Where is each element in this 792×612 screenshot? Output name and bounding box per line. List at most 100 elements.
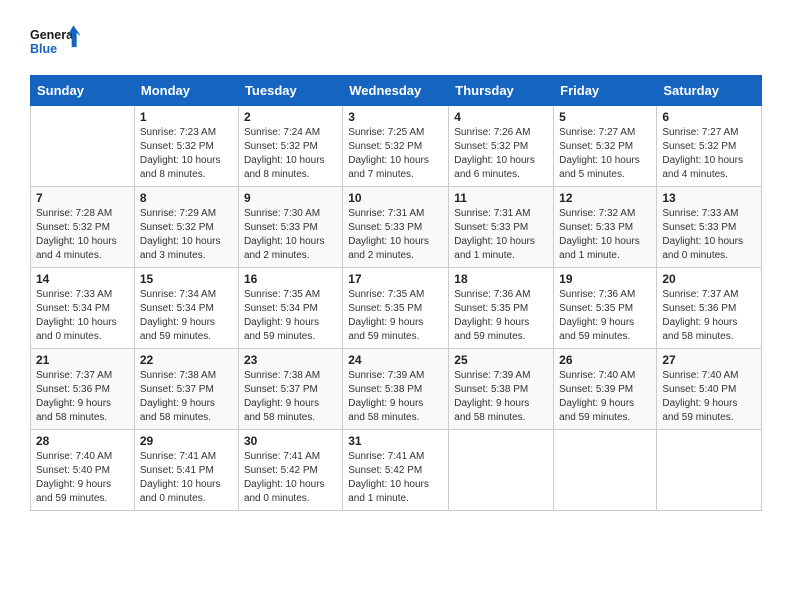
day-number: 10 — [348, 191, 443, 205]
header-saturday: Saturday — [657, 76, 762, 106]
day-number: 29 — [140, 434, 233, 448]
day-number: 30 — [244, 434, 337, 448]
day-info: Sunrise: 7:24 AMSunset: 5:32 PMDaylight:… — [244, 126, 337, 182]
day-info: Sunrise: 7:26 AMSunset: 5:32 PMDaylight:… — [454, 126, 548, 182]
calendar-cell: 16 Sunrise: 7:35 AMSunset: 5:34 PMDayligh… — [238, 268, 342, 349]
day-number: 26 — [559, 353, 651, 367]
day-info: Sunrise: 7:36 AMSunset: 5:35 PMDaylight:… — [454, 288, 548, 344]
page-header: General Blue — [30, 20, 762, 65]
day-info: Sunrise: 7:31 AMSunset: 5:33 PMDaylight:… — [454, 207, 548, 263]
day-number: 23 — [244, 353, 337, 367]
calendar-cell: 5 Sunrise: 7:27 AMSunset: 5:32 PMDaylight… — [554, 106, 657, 187]
header-tuesday: Tuesday — [238, 76, 342, 106]
calendar-cell — [657, 430, 762, 511]
header-thursday: Thursday — [449, 76, 554, 106]
header-sunday: Sunday — [31, 76, 135, 106]
calendar-week-row: 21 Sunrise: 7:37 AMSunset: 5:36 PMDayligh… — [31, 349, 762, 430]
header-friday: Friday — [554, 76, 657, 106]
day-number: 3 — [348, 110, 443, 124]
calendar-cell: 23 Sunrise: 7:38 AMSunset: 5:37 PMDayligh… — [238, 349, 342, 430]
day-info: Sunrise: 7:35 AMSunset: 5:34 PMDaylight:… — [244, 288, 337, 344]
calendar-cell: 25Sunrise: 7:39 AMSunset: 5:38 PMDayligh… — [449, 349, 554, 430]
day-number: 12 — [559, 191, 651, 205]
day-info: Sunrise: 7:40 AMSunset: 5:40 PMDaylight:… — [36, 450, 129, 506]
calendar-cell: 29 Sunrise: 7:41 AMSunset: 5:41 PMDayligh… — [134, 430, 238, 511]
day-info: Sunrise: 7:33 AMSunset: 5:34 PMDaylight:… — [36, 288, 129, 344]
calendar-cell: 14 Sunrise: 7:33 AMSunset: 5:34 PMDayligh… — [31, 268, 135, 349]
day-number: 7 — [36, 191, 129, 205]
day-info: Sunrise: 7:29 AMSunset: 5:32 PMDaylight:… — [140, 207, 233, 263]
day-number: 8 — [140, 191, 233, 205]
calendar-week-row: 1 Sunrise: 7:23 AMSunset: 5:32 PMDaylight… — [31, 106, 762, 187]
day-info: Sunrise: 7:34 AMSunset: 5:34 PMDaylight:… — [140, 288, 233, 344]
day-info: Sunrise: 7:39 AMSunset: 5:38 PMDaylight:… — [348, 369, 443, 425]
day-number: 17 — [348, 272, 443, 286]
day-info: Sunrise: 7:27 AMSunset: 5:32 PMDaylight:… — [662, 126, 756, 182]
calendar-cell: 12Sunrise: 7:32 AMSunset: 5:33 PMDayligh… — [554, 187, 657, 268]
day-info: Sunrise: 7:35 AMSunset: 5:35 PMDaylight:… — [348, 288, 443, 344]
day-number: 11 — [454, 191, 548, 205]
calendar-cell: 20Sunrise: 7:37 AMSunset: 5:36 PMDayligh… — [657, 268, 762, 349]
day-info: Sunrise: 7:36 AMSunset: 5:35 PMDaylight:… — [559, 288, 651, 344]
calendar-cell: 21 Sunrise: 7:37 AMSunset: 5:36 PMDayligh… — [31, 349, 135, 430]
calendar-cell: 7Sunrise: 7:28 AMSunset: 5:32 PMDaylight… — [31, 187, 135, 268]
day-info: Sunrise: 7:38 AMSunset: 5:37 PMDaylight:… — [244, 369, 337, 425]
day-number: 4 — [454, 110, 548, 124]
svg-text:Blue: Blue — [30, 42, 57, 56]
day-info: Sunrise: 7:41 AMSunset: 5:41 PMDaylight:… — [140, 450, 233, 506]
day-info: Sunrise: 7:25 AMSunset: 5:32 PMDaylight:… — [348, 126, 443, 182]
day-info: Sunrise: 7:37 AMSunset: 5:36 PMDaylight:… — [36, 369, 129, 425]
day-info: Sunrise: 7:38 AMSunset: 5:37 PMDaylight:… — [140, 369, 233, 425]
day-info: Sunrise: 7:30 AMSunset: 5:33 PMDaylight:… — [244, 207, 337, 263]
header-wednesday: Wednesday — [343, 76, 449, 106]
day-info: Sunrise: 7:23 AMSunset: 5:32 PMDaylight:… — [140, 126, 233, 182]
calendar-week-row: 28 Sunrise: 7:40 AMSunset: 5:40 PMDayligh… — [31, 430, 762, 511]
day-number: 14 — [36, 272, 129, 286]
day-number: 20 — [662, 272, 756, 286]
day-number: 5 — [559, 110, 651, 124]
calendar-cell: 31 Sunrise: 7:41 AMSunset: 5:42 PMDayligh… — [343, 430, 449, 511]
calendar-cell — [449, 430, 554, 511]
day-number: 9 — [244, 191, 337, 205]
calendar-table: SundayMondayTuesdayWednesdayThursdayFrid… — [30, 75, 762, 511]
day-info: Sunrise: 7:39 AMSunset: 5:38 PMDaylight:… — [454, 369, 548, 425]
day-number: 19 — [559, 272, 651, 286]
calendar-cell: 9 Sunrise: 7:30 AMSunset: 5:33 PMDaylight… — [238, 187, 342, 268]
logo: General Blue — [30, 20, 80, 65]
calendar-cell: 8 Sunrise: 7:29 AMSunset: 5:32 PMDaylight… — [134, 187, 238, 268]
calendar-cell: 26 Sunrise: 7:40 AMSunset: 5:39 PMDayligh… — [554, 349, 657, 430]
logo-svg: General Blue — [30, 20, 80, 65]
day-info: Sunrise: 7:41 AMSunset: 5:42 PMDaylight:… — [348, 450, 443, 506]
day-number: 2 — [244, 110, 337, 124]
calendar-cell: 13Sunrise: 7:33 AMSunset: 5:33 PMDayligh… — [657, 187, 762, 268]
calendar-cell: 28 Sunrise: 7:40 AMSunset: 5:40 PMDayligh… — [31, 430, 135, 511]
calendar-cell: 17 Sunrise: 7:35 AMSunset: 5:35 PMDayligh… — [343, 268, 449, 349]
calendar-cell: 2 Sunrise: 7:24 AMSunset: 5:32 PMDaylight… — [238, 106, 342, 187]
day-number: 16 — [244, 272, 337, 286]
day-number: 31 — [348, 434, 443, 448]
calendar-header-row: SundayMondayTuesdayWednesdayThursdayFrid… — [31, 76, 762, 106]
day-number: 13 — [662, 191, 756, 205]
day-number: 28 — [36, 434, 129, 448]
calendar-cell: 30Sunrise: 7:41 AMSunset: 5:42 PMDayligh… — [238, 430, 342, 511]
day-info: Sunrise: 7:40 AMSunset: 5:39 PMDaylight:… — [559, 369, 651, 425]
calendar-cell: 10Sunrise: 7:31 AMSunset: 5:33 PMDayligh… — [343, 187, 449, 268]
calendar-cell: 19 Sunrise: 7:36 AMSunset: 5:35 PMDayligh… — [554, 268, 657, 349]
calendar-cell — [554, 430, 657, 511]
calendar-cell: 4 Sunrise: 7:26 AMSunset: 5:32 PMDaylight… — [449, 106, 554, 187]
calendar-cell: 24Sunrise: 7:39 AMSunset: 5:38 PMDayligh… — [343, 349, 449, 430]
calendar-cell — [31, 106, 135, 187]
day-number: 21 — [36, 353, 129, 367]
calendar-cell: 6 Sunrise: 7:27 AMSunset: 5:32 PMDaylight… — [657, 106, 762, 187]
day-number: 1 — [140, 110, 233, 124]
calendar-cell: 27Sunrise: 7:40 AMSunset: 5:40 PMDayligh… — [657, 349, 762, 430]
day-number: 22 — [140, 353, 233, 367]
calendar-week-row: 14 Sunrise: 7:33 AMSunset: 5:34 PMDayligh… — [31, 268, 762, 349]
day-number: 6 — [662, 110, 756, 124]
day-number: 18 — [454, 272, 548, 286]
day-info: Sunrise: 7:27 AMSunset: 5:32 PMDaylight:… — [559, 126, 651, 182]
svg-text:General: General — [30, 28, 77, 42]
calendar-week-row: 7Sunrise: 7:28 AMSunset: 5:32 PMDaylight… — [31, 187, 762, 268]
calendar-cell: 18 Sunrise: 7:36 AMSunset: 5:35 PMDayligh… — [449, 268, 554, 349]
header-monday: Monday — [134, 76, 238, 106]
